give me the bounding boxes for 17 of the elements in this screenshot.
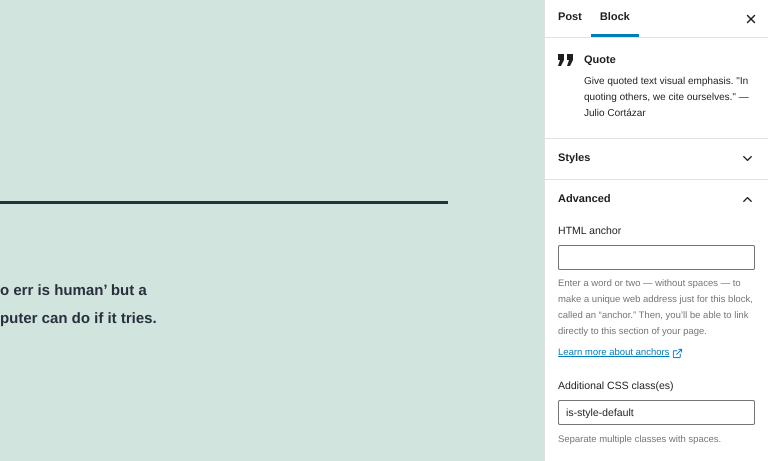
sidebar-tab[interactable]: Post bbox=[549, 0, 591, 37]
quote-text: puter can do if it tries. bbox=[0, 309, 158, 329]
block-title: Quote bbox=[584, 53, 617, 68]
panel-toggle[interactable]: Styles bbox=[545, 138, 768, 178]
quote-text: o err is human’ but a bbox=[0, 281, 148, 301]
help-text: Enter a word or two — without spaces — to make a unique web address just for this block, called an “anchor.” Then, you’ll be able to link directly to this section of your page. bbox=[558, 277, 754, 340]
block-description: Give quoted text visual emphasis. "In quoting others, we cite ourselves." — Julio Cortázar bbox=[584, 74, 750, 120]
learn-more-link[interactable]: Learn more about anchors bbox=[558, 346, 755, 360]
panel-toggle[interactable]: Advanced bbox=[545, 180, 768, 220]
sidebar-tab[interactable]: Block bbox=[590, 0, 639, 37]
field-label: HTML anchor bbox=[558, 224, 622, 238]
external-link-icon bbox=[672, 348, 684, 359]
help-text: Separate multiple classes with spaces. bbox=[558, 433, 722, 448]
input-field[interactable]: is-style-default bbox=[558, 400, 755, 426]
input-field[interactable] bbox=[558, 245, 755, 270]
quote-icon bbox=[558, 54, 574, 66]
field-label: Additional CSS class(es) bbox=[558, 378, 675, 394]
